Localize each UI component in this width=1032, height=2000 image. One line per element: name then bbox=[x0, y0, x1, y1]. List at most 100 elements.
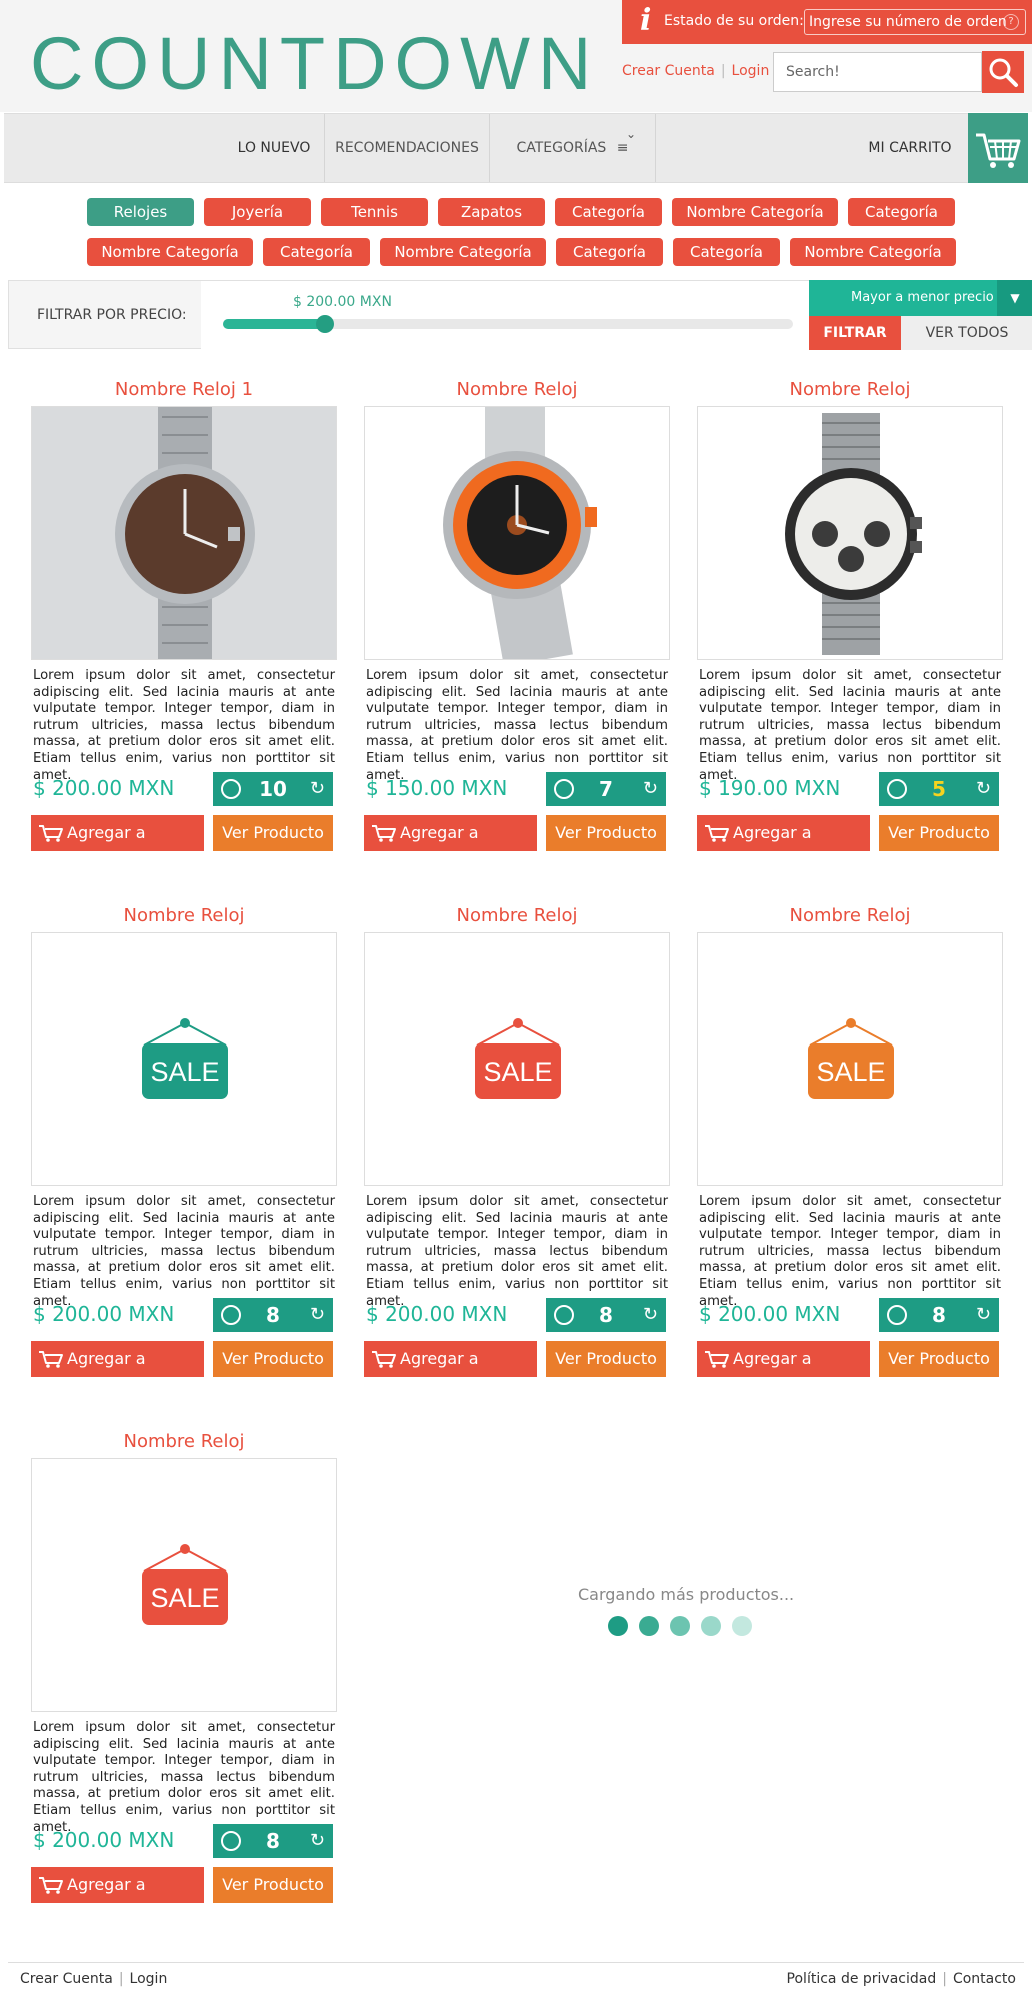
privacy-link[interactable]: Política de privacidad bbox=[787, 1971, 937, 1987]
add-to-cart-label: Agregar a Carrito bbox=[733, 823, 812, 878]
search-button[interactable] bbox=[982, 51, 1024, 93]
slider-value: $ 200.00 MXN bbox=[293, 294, 392, 310]
view-product-button[interactable]: Ver Producto bbox=[213, 815, 333, 851]
product-price: $ 200.00 MXN bbox=[699, 1302, 841, 1326]
product-description: Lorem ipsum dolor sit amet, consectetur … bbox=[33, 1720, 335, 1835]
create-account-link[interactable]: Crear Cuenta bbox=[622, 63, 715, 79]
dropdown-arrow-icon[interactable]: ▼ bbox=[997, 280, 1032, 316]
category-tag[interactable]: Categoría bbox=[556, 238, 663, 266]
add-to-cart-button[interactable]: Agregar a Carrito bbox=[697, 1341, 870, 1404]
category-tag[interactable]: Categoría bbox=[673, 238, 780, 266]
refresh-icon[interactable]: ↻ bbox=[310, 1302, 325, 1328]
add-to-cart-label: Agregar a Carrito bbox=[400, 1349, 479, 1404]
category-tag[interactable]: Joyería bbox=[204, 198, 311, 226]
category-tag[interactable]: Nombre Categoría bbox=[380, 238, 546, 266]
product-description: Lorem ipsum dolor sit amet, consectetur … bbox=[699, 1194, 1001, 1309]
product-price: $ 200.00 MXN bbox=[33, 1302, 175, 1326]
cart-button[interactable] bbox=[968, 113, 1028, 183]
product-watch-image bbox=[365, 407, 669, 659]
category-tag[interactable]: Categoría bbox=[263, 238, 370, 266]
category-tag[interactable]: Nombre Categoría bbox=[87, 238, 253, 266]
price-slider[interactable] bbox=[223, 315, 793, 333]
footer-login-link[interactable]: Login bbox=[130, 1971, 168, 1987]
add-to-cart-button[interactable]: Agregar a Carrito bbox=[364, 815, 537, 878]
add-to-cart-button[interactable]: Agregar a Carrito bbox=[31, 815, 204, 878]
nav-recommendations[interactable]: RECOMENDACIONES bbox=[324, 114, 490, 182]
product-image[interactable]: SALE bbox=[364, 932, 670, 1186]
loading-dot bbox=[670, 1616, 690, 1636]
add-to-cart-button[interactable]: Agregar a Carrito bbox=[364, 1341, 537, 1404]
product-title[interactable]: Nombre Reloj bbox=[31, 1431, 337, 1453]
slider-handle[interactable] bbox=[315, 315, 334, 333]
product-image[interactable]: SALE bbox=[31, 932, 337, 1186]
logo[interactable]: COUNTDOWN bbox=[30, 20, 599, 108]
view-product-button[interactable]: Ver Producto bbox=[879, 1341, 999, 1377]
category-tag[interactable]: Nombre Categoría bbox=[672, 198, 838, 226]
sale-sign-icon: SALE bbox=[142, 1544, 228, 1625]
refresh-icon[interactable]: ↻ bbox=[310, 776, 325, 802]
product-title[interactable]: Nombre Reloj bbox=[697, 379, 1003, 401]
add-to-cart-button[interactable]: Agregar a Carrito bbox=[31, 1341, 204, 1404]
product-title[interactable]: Nombre Reloj bbox=[364, 379, 670, 401]
login-link[interactable]: Login bbox=[732, 63, 770, 79]
nav-categories[interactable]: CATEGORÍAS ≡ ⌄ bbox=[490, 114, 656, 182]
product-title[interactable]: Nombre Reloj bbox=[697, 905, 1003, 927]
product-image[interactable] bbox=[364, 406, 670, 660]
filter-button[interactable]: FILTRAR bbox=[809, 316, 901, 350]
view-product-button[interactable]: Ver Producto bbox=[546, 815, 666, 851]
refresh-icon[interactable]: ↻ bbox=[976, 1302, 991, 1328]
product-description: Lorem ipsum dolor sit amet, consectetur … bbox=[699, 668, 1001, 783]
product-card: Nombre Reloj SALE Lorem ipsum dolor sit am… bbox=[31, 905, 337, 1404]
product-image[interactable] bbox=[31, 406, 337, 660]
category-tag[interactable]: Categoría bbox=[555, 198, 662, 226]
search-input[interactable]: Search! bbox=[773, 52, 982, 92]
view-all-button[interactable]: VER TODOS bbox=[901, 316, 1032, 350]
price-slider-panel bbox=[201, 281, 809, 349]
category-tag[interactable]: Categoría bbox=[848, 198, 955, 226]
view-product-button[interactable]: Ver Producto bbox=[546, 1341, 666, 1377]
nav-new[interactable]: LO NUEVO bbox=[224, 114, 324, 182]
product-description: Lorem ipsum dolor sit amet, consectetur … bbox=[366, 668, 668, 783]
info-icon: i bbox=[640, 3, 652, 38]
price-filter: FILTRAR POR PRECIO: $ 200.00 MXN Mayor a… bbox=[8, 280, 1032, 350]
order-status-bar: i Estado de su orden: Ingrese su número … bbox=[622, 0, 1032, 44]
sort-select[interactable]: Mayor a menor precio ▼ bbox=[809, 280, 1032, 316]
order-number-input[interactable]: Ingrese su número de orden ? bbox=[804, 9, 1026, 35]
category-tag[interactable]: Tennis bbox=[321, 198, 428, 226]
loading-dot bbox=[701, 1616, 721, 1636]
countdown-value: 7 bbox=[599, 777, 613, 801]
refresh-icon[interactable]: ↻ bbox=[643, 776, 658, 802]
refresh-icon[interactable]: ↻ bbox=[643, 1302, 658, 1328]
nav-cart-label[interactable]: MI CARRITO bbox=[850, 114, 970, 182]
add-to-cart-button[interactable]: Agregar a Carrito bbox=[697, 815, 870, 878]
view-product-button[interactable]: Ver Producto bbox=[213, 1867, 333, 1903]
product-image[interactable]: SALE bbox=[31, 1458, 337, 1712]
category-tag[interactable]: Nombre Categoría bbox=[790, 238, 956, 266]
product-title[interactable]: Nombre Reloj 1 bbox=[31, 379, 337, 401]
product-price: $ 200.00 MXN bbox=[366, 1302, 508, 1326]
nav-categories-label: CATEGORÍAS bbox=[516, 140, 607, 156]
countdown-value: 10 bbox=[259, 777, 287, 801]
clock-icon bbox=[221, 779, 241, 799]
product-title[interactable]: Nombre Reloj bbox=[364, 905, 670, 927]
loading-text: Cargando más productos... bbox=[578, 1585, 795, 1604]
footer-create-account-link[interactable]: Crear Cuenta bbox=[20, 1971, 113, 1987]
help-icon[interactable]: ? bbox=[1003, 14, 1019, 30]
view-product-button[interactable]: Ver Producto bbox=[213, 1341, 333, 1377]
clock-icon bbox=[554, 779, 574, 799]
refresh-icon[interactable]: ↻ bbox=[976, 776, 991, 802]
category-tag[interactable]: Relojes bbox=[87, 198, 194, 226]
product-image[interactable] bbox=[697, 406, 1003, 660]
product-image[interactable]: SALE bbox=[697, 932, 1003, 1186]
product-title[interactable]: Nombre Reloj bbox=[31, 905, 337, 927]
product-card: Nombre Reloj SALE Lorem ipsum dolor sit am… bbox=[364, 905, 670, 1404]
product-price: $ 190.00 MXN bbox=[699, 776, 841, 800]
page: COUNTDOWN i Estado de su orden: Ingrese … bbox=[0, 0, 1032, 2000]
countdown-timer: 10 ↻ bbox=[213, 772, 333, 806]
view-product-button[interactable]: Ver Producto bbox=[879, 815, 999, 851]
refresh-icon[interactable]: ↻ bbox=[310, 1828, 325, 1854]
category-tag[interactable]: Zapatos bbox=[438, 198, 545, 226]
loading-dot bbox=[639, 1616, 659, 1636]
contact-link[interactable]: Contacto bbox=[953, 1971, 1016, 1987]
add-to-cart-button[interactable]: Agregar a Carrito bbox=[31, 1867, 204, 1930]
